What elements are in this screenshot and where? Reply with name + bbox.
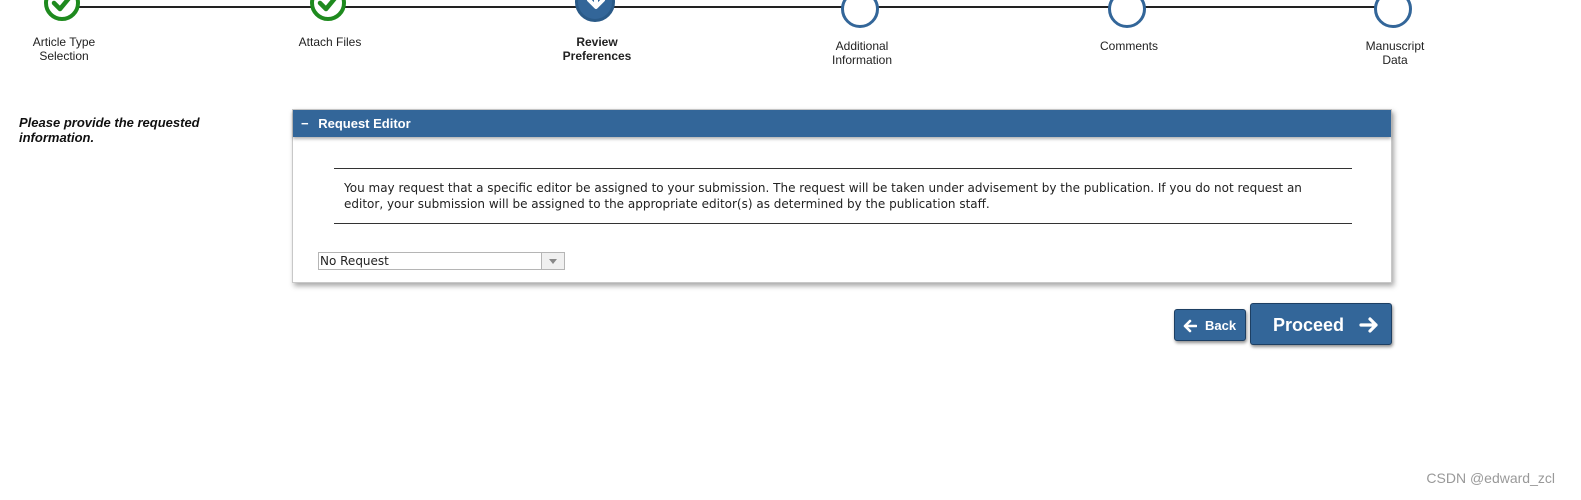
back-label: Back — [1205, 318, 1237, 333]
request-editor-panel: − Request Editor You may request that a … — [292, 109, 1392, 283]
step-label: Manuscript Data — [1365, 39, 1425, 67]
check-icon — [44, 0, 80, 21]
proceed-label: Proceed — [1273, 315, 1345, 335]
step-label: Article Type Selection — [32, 35, 96, 63]
step-label: Additional Information — [831, 39, 893, 67]
collapse-icon[interactable]: − — [301, 110, 309, 137]
arrow-right-icon — [1359, 316, 1379, 339]
instruction-text: Please provide the requested information… — [19, 115, 200, 145]
panel-title: Request Editor — [318, 116, 411, 131]
down-arrow-icon — [575, 0, 615, 22]
progress-line — [66, 6, 1396, 8]
submission-page: Article Type Selection Attach Files Revi… — [0, 0, 1581, 500]
editor-select-value: No Request — [320, 254, 389, 268]
empty-circle-icon — [1374, 0, 1412, 28]
back-button[interactable]: Back — [1174, 309, 1246, 341]
editor-request-notice: You may request that a specific editor b… — [334, 168, 1352, 224]
progress-steps: Article Type Selection Attach Files Revi… — [0, 0, 1581, 80]
step-label: Comments — [1099, 39, 1158, 53]
step-label: Review Preferences — [562, 35, 632, 63]
check-icon — [310, 0, 346, 21]
proceed-button[interactable]: Proceed — [1250, 303, 1392, 345]
step-label: Attach Files — [298, 35, 362, 49]
arrow-left-icon — [1183, 319, 1198, 336]
editor-select[interactable]: No Request — [318, 252, 565, 270]
empty-circle-icon — [841, 0, 879, 28]
chevron-down-icon[interactable] — [541, 253, 564, 269]
empty-circle-icon — [1108, 0, 1146, 28]
panel-header[interactable]: − Request Editor — [293, 110, 1391, 137]
watermark: CSDN @edward_zcl — [1426, 470, 1555, 486]
